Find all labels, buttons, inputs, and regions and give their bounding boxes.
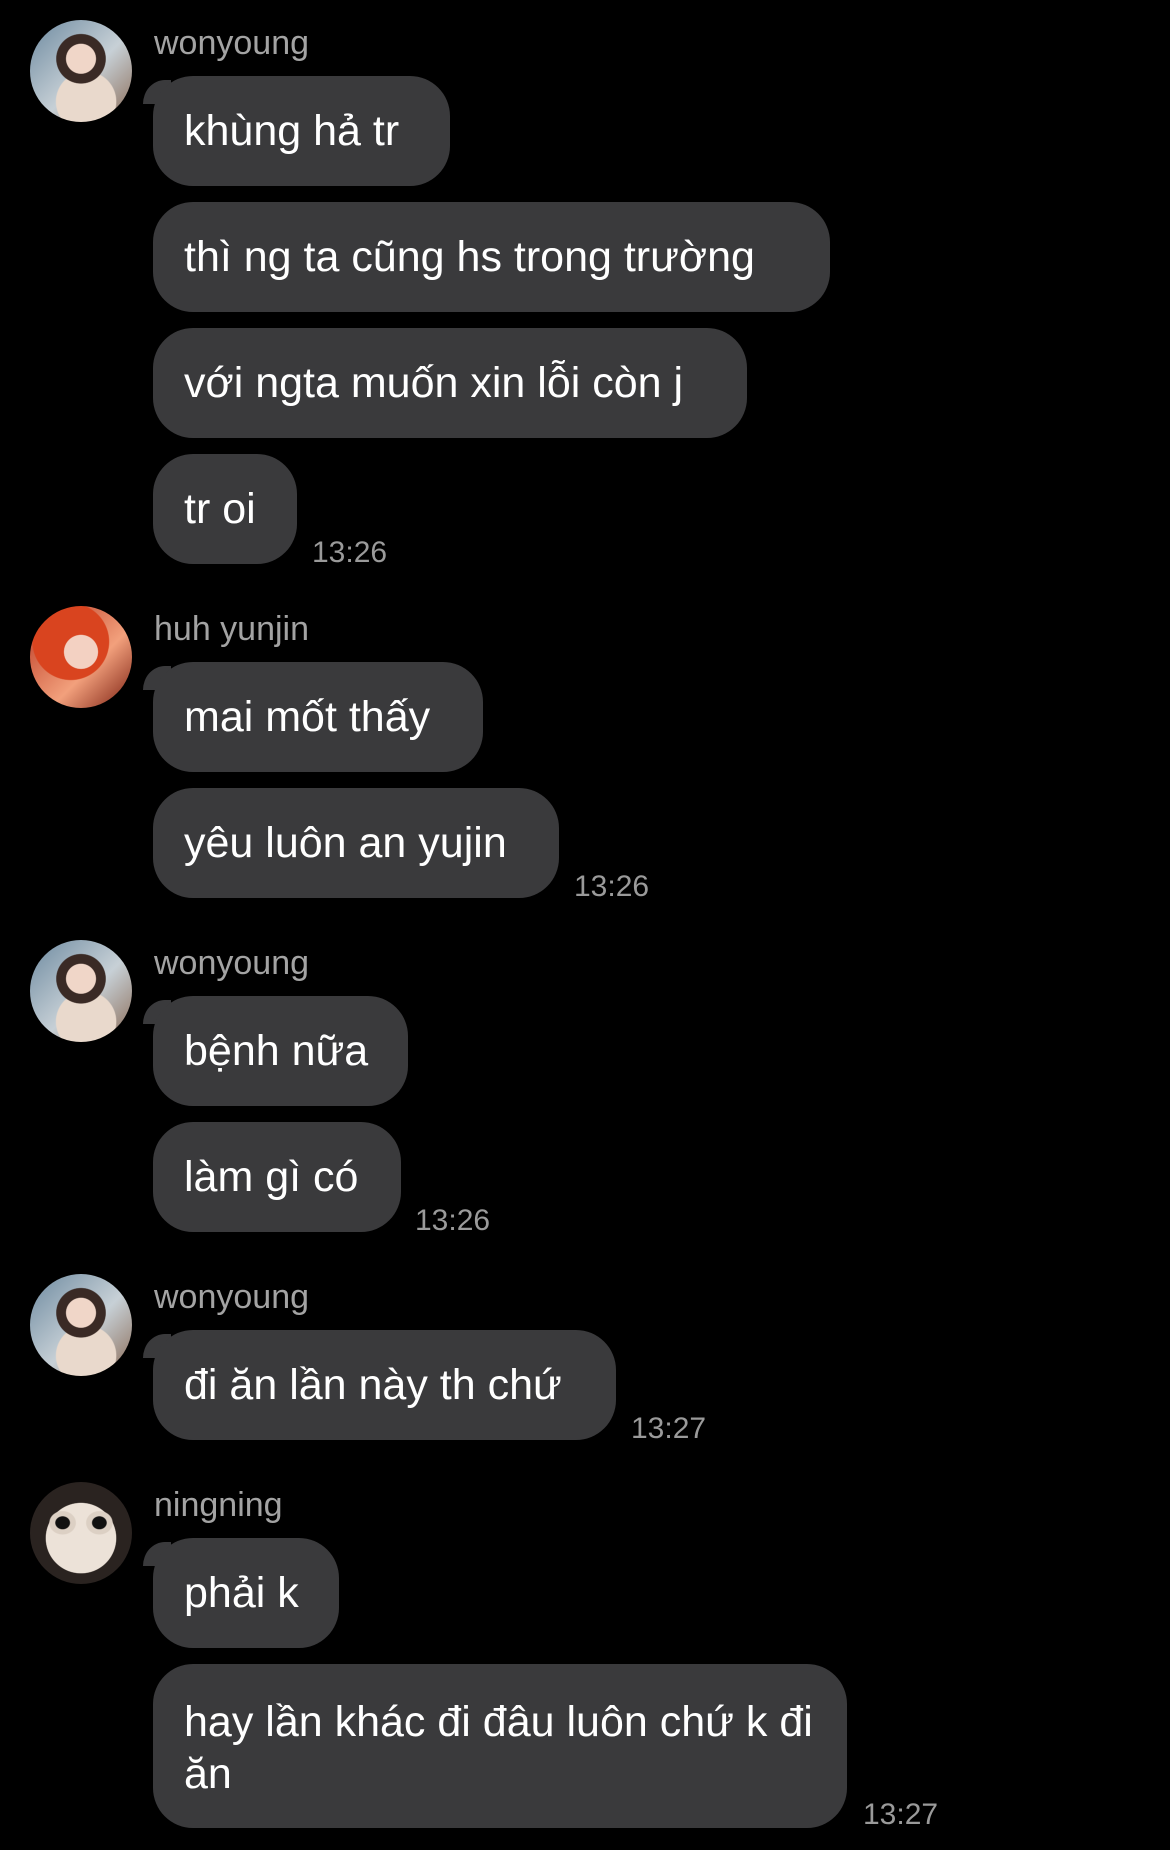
message-bubble[interactable]: làm gì có xyxy=(153,1122,401,1232)
message-bubble[interactable]: phải k xyxy=(153,1538,339,1648)
message-timestamp: 13:26 xyxy=(415,1204,491,1237)
wonyoung-avatar[interactable] xyxy=(30,940,132,1042)
message-timestamp: 13:27 xyxy=(863,1798,939,1831)
message-bubble[interactable]: tr oi xyxy=(153,454,297,564)
message-bubble[interactable]: bệnh nữa xyxy=(153,996,408,1106)
yunjin-avatar[interactable] xyxy=(30,606,132,708)
wonyoung-avatar[interactable] xyxy=(30,20,132,122)
sender-name: wonyoung xyxy=(154,24,310,62)
ningning-avatar[interactable] xyxy=(30,1482,132,1584)
message-timestamp: 13:27 xyxy=(631,1412,707,1445)
message-timestamp: 13:26 xyxy=(312,536,388,569)
wonyoung-avatar[interactable] xyxy=(30,1274,132,1376)
sender-name: huh yunjin xyxy=(154,610,310,648)
message-timestamp: 13:26 xyxy=(574,870,650,903)
message-bubble[interactable]: với ngta muốn xin lỗi còn j xyxy=(153,328,747,438)
message-bubble[interactable]: đi ăn lần này th chứ xyxy=(153,1330,616,1440)
sender-name: wonyoung xyxy=(154,944,310,982)
message-bubble[interactable]: yêu luôn an yujin xyxy=(153,788,559,898)
message-bubble[interactable]: mai mốt thấy xyxy=(153,662,483,772)
message-bubble[interactable]: hay lần khác đi đâu luôn chứ k đi ăn xyxy=(153,1664,847,1828)
message-bubble[interactable]: khùng hả tr xyxy=(153,76,450,186)
sender-name: wonyoung xyxy=(154,1278,310,1316)
sender-name: ningning xyxy=(154,1486,283,1524)
message-bubble[interactable]: thì ng ta cũng hs trong trường xyxy=(153,202,830,312)
